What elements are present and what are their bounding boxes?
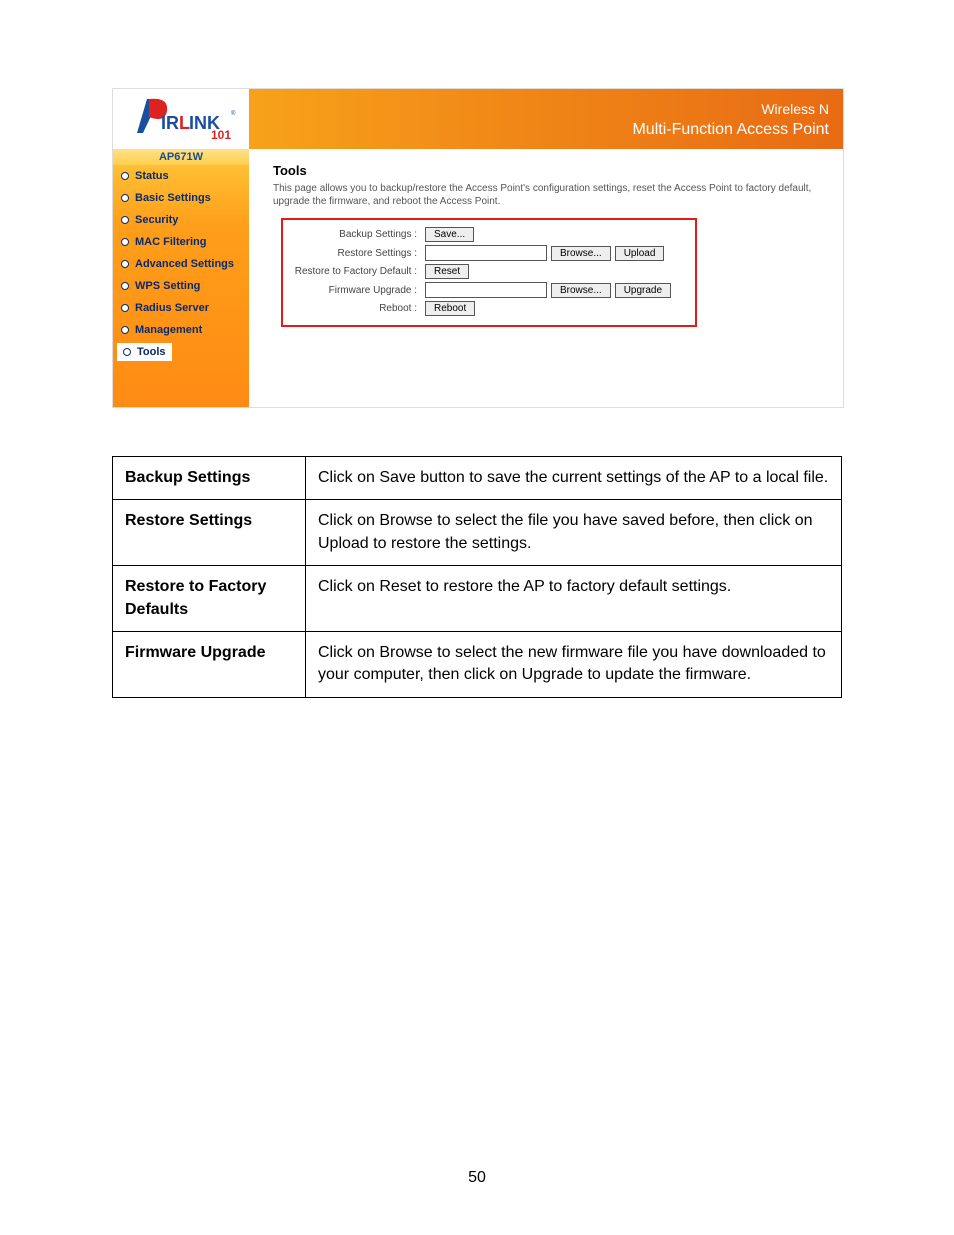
upgrade-button[interactable]: Upgrade (615, 283, 671, 298)
sidebar-item-mac-filtering[interactable]: MAC Filtering (113, 231, 249, 253)
bullet-icon (123, 348, 131, 356)
bullet-icon (121, 260, 129, 268)
svg-text:®: ® (231, 110, 236, 117)
bullet-icon (121, 304, 129, 312)
bullet-icon (121, 216, 129, 224)
sidebar: AP671W Status Basic Settings Security MA… (113, 149, 249, 407)
sidebar-item-label: Security (135, 209, 178, 231)
model-label: AP671W (113, 149, 249, 165)
param-name: Firmware Upgrade (113, 631, 306, 697)
param-desc: Click on Save button to save the current… (306, 457, 842, 500)
browse-button[interactable]: Browse... (551, 283, 611, 298)
firmware-file-field[interactable] (425, 282, 547, 298)
reboot-label: Reboot : (289, 303, 421, 314)
sidebar-item-label: Tools (137, 343, 166, 361)
bullet-icon (121, 194, 129, 202)
browse-button[interactable]: Browse... (551, 246, 611, 261)
banner-line1: Wireless N (761, 101, 829, 117)
table-row: Restore Settings Click on Browse to sele… (113, 500, 842, 566)
restore-settings-label: Restore Settings : (289, 248, 421, 259)
sidebar-item-radius-server[interactable]: Radius Server (113, 297, 249, 319)
sidebar-item-label: Management (135, 319, 202, 341)
param-name: Restore to Factory Defaults (113, 566, 306, 632)
firmware-upgrade-label: Firmware Upgrade : (289, 285, 421, 296)
sidebar-item-advanced-settings[interactable]: Advanced Settings (113, 253, 249, 275)
page-number: 50 (0, 1169, 954, 1187)
sidebar-item-label: Status (135, 165, 169, 187)
router-ui-screenshot: Wireless N Multi-Function Access Point I… (112, 88, 844, 408)
page-description: This page allows you to backup/restore t… (273, 182, 825, 208)
sidebar-item-management[interactable]: Management (113, 319, 249, 341)
param-desc: Click on Reset to restore the AP to fact… (306, 566, 842, 632)
bullet-icon (121, 282, 129, 290)
param-name: Backup Settings (113, 457, 306, 500)
restore-file-field[interactable] (425, 245, 547, 261)
bullet-icon (121, 172, 129, 180)
param-desc: Click on Browse to select the new firmwa… (306, 631, 842, 697)
sidebar-item-label: Advanced Settings (135, 253, 234, 275)
upload-button[interactable]: Upload (615, 246, 665, 261)
bullet-icon (121, 238, 129, 246)
brand-logo: IR L INK 101 ® (119, 93, 239, 143)
sidebar-item-label: MAC Filtering (135, 231, 207, 253)
save-button[interactable]: Save... (425, 227, 474, 242)
reset-button[interactable]: Reset (425, 264, 469, 279)
banner: Wireless N Multi-Function Access Point (249, 89, 843, 149)
bullet-icon (121, 326, 129, 334)
param-name: Restore Settings (113, 500, 306, 566)
sidebar-item-wps-setting[interactable]: WPS Setting (113, 275, 249, 297)
reboot-button[interactable]: Reboot (425, 301, 475, 316)
sidebar-item-label: Radius Server (135, 297, 209, 319)
sidebar-item-label: WPS Setting (135, 275, 200, 297)
table-row: Restore to Factory Defaults Click on Res… (113, 566, 842, 632)
sidebar-item-basic-settings[interactable]: Basic Settings (113, 187, 249, 209)
svg-text:101: 101 (211, 128, 231, 142)
sidebar-item-security[interactable]: Security (113, 209, 249, 231)
table-row: Backup Settings Click on Save button to … (113, 457, 842, 500)
page-title: Tools (273, 163, 835, 178)
banner-line2: Multi-Function Access Point (632, 121, 829, 139)
table-row: Firmware Upgrade Click on Browse to sele… (113, 631, 842, 697)
backup-settings-label: Backup Settings : (289, 229, 421, 240)
param-desc: Click on Browse to select the file you h… (306, 500, 842, 566)
svg-text:IR: IR (161, 113, 179, 133)
parameters-table: Backup Settings Click on Save button to … (112, 456, 842, 698)
tools-panel: Backup Settings : Save... Restore Settin… (281, 218, 697, 327)
factory-default-label: Restore to Factory Default : (289, 266, 421, 277)
sidebar-item-tools[interactable]: Tools (117, 343, 172, 361)
sidebar-item-status[interactable]: Status (113, 165, 249, 187)
sidebar-item-label: Basic Settings (135, 187, 211, 209)
